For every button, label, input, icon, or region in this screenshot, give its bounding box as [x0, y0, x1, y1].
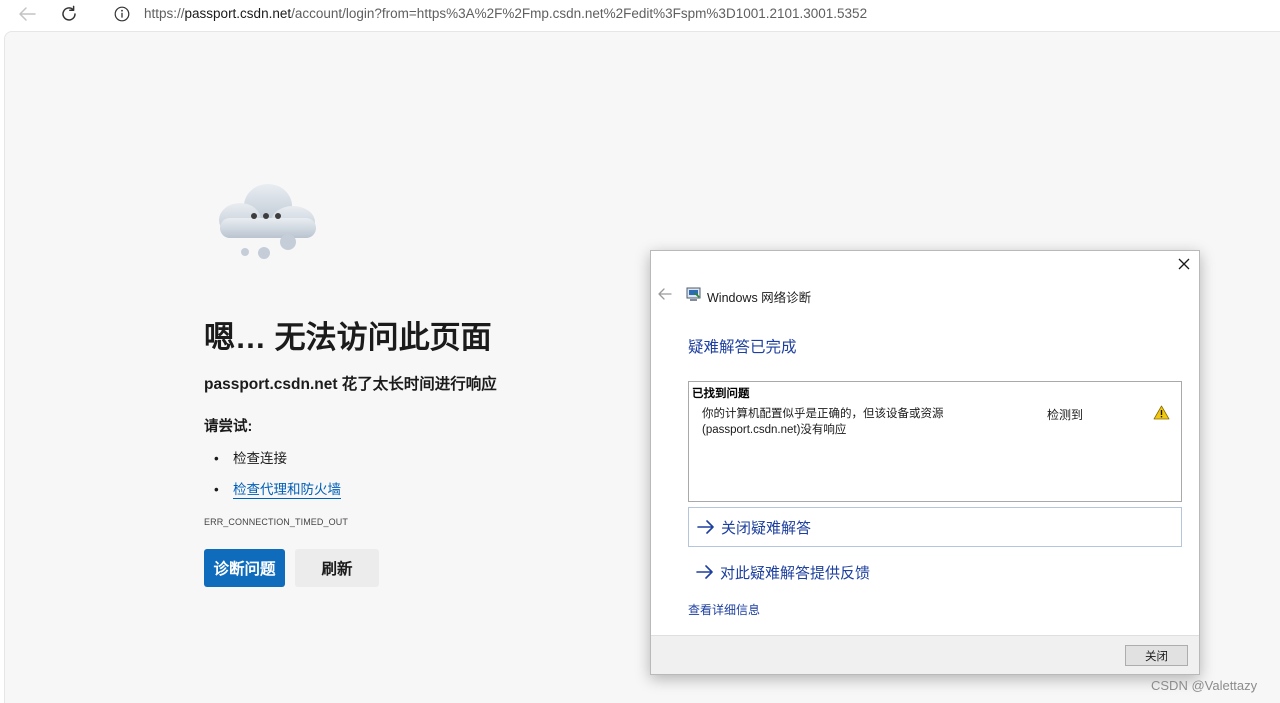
address-bar[interactable]: https://passport.csdn.net/account/login?… — [96, 0, 1280, 28]
problem-description: 你的计算机配置似乎是正确的，但该设备或资源 (passport.csdn.net… — [702, 406, 962, 438]
info-icon[interactable] — [114, 6, 130, 22]
watermark: CSDN @Valettazy — [1151, 678, 1258, 693]
close-troubleshooter-link[interactable]: 关闭疑难解答 — [688, 507, 1182, 547]
suggestion-check-connection: 检查连接 — [233, 451, 287, 466]
problems-found-header: 已找到问题 — [692, 388, 750, 400]
close-troubleshooter-label: 关闭疑难解答 — [721, 519, 812, 537]
dialog-heading: 疑难解答已完成 — [688, 339, 797, 356]
url-scheme: https:// — [144, 6, 185, 21]
reload-button[interactable] — [56, 2, 82, 26]
error-subtitle: passport.csdn.net 花了太长时间进行响应 — [204, 376, 497, 393]
give-feedback-link[interactable]: 对此疑难解答提供反馈 — [688, 552, 1182, 592]
problem-description-line: (passport.csdn.net)没有响应 — [702, 424, 847, 436]
arrow-right-icon — [697, 520, 714, 534]
back-arrow-icon[interactable] — [658, 288, 672, 300]
warning-icon — [1153, 405, 1170, 420]
try-label: 请尝试: — [204, 419, 253, 435]
error-code: ERR_CONNECTION_TIMED_OUT — [204, 517, 348, 527]
browser-toolbar: https://passport.csdn.net/account/login?… — [0, 0, 1280, 30]
bullet: • — [214, 451, 219, 466]
url-host: passport.csdn.net — [184, 6, 292, 21]
dialog-title: Windows 网络诊断 — [707, 291, 812, 305]
network-diagnostics-dialog: Windows 网络诊断 疑难解答已完成 已找到问题 你的计算机配置似乎是正确的… — [650, 250, 1200, 675]
view-details-link[interactable]: 查看详细信息 — [688, 601, 760, 618]
close-icon[interactable] — [1177, 257, 1191, 271]
close-dialog-button[interactable]: 关闭 — [1125, 645, 1188, 666]
url-path: /account/login?from=https%3A%2F%2Fmp.csd… — [291, 6, 868, 21]
cloud-icon — [219, 184, 316, 259]
arrow-right-icon — [696, 565, 713, 579]
problem-description-line: 你的计算机配置似乎是正确的，但该设备或资源 — [702, 408, 944, 420]
back-button[interactable] — [14, 2, 40, 26]
bullet: • — [214, 482, 219, 497]
network-diagnostics-app-icon — [686, 287, 701, 301]
suggestion-item: • 检查代理和防火墙 — [214, 478, 341, 499]
url-text[interactable]: https://passport.csdn.net/account/login?… — [144, 6, 867, 21]
problems-found-box: 已找到问题 你的计算机配置似乎是正确的，但该设备或资源 (passport.cs… — [688, 381, 1182, 502]
suggestion-item: • 检查连接 — [214, 447, 287, 467]
give-feedback-label: 对此疑难解答提供反馈 — [720, 564, 871, 582]
dialog-footer: 关闭 — [651, 635, 1199, 674]
error-title: 嗯… 无法访问此页面 — [204, 320, 492, 355]
check-proxy-firewall-link[interactable]: 检查代理和防火墙 — [233, 482, 341, 499]
arrow-left-icon — [19, 7, 36, 21]
diagnose-button[interactable]: 诊断问题 — [204, 549, 285, 587]
refresh-button[interactable]: 刷新 — [295, 549, 379, 587]
reload-icon — [62, 5, 76, 21]
problem-status: 检测到 — [1047, 408, 1084, 422]
